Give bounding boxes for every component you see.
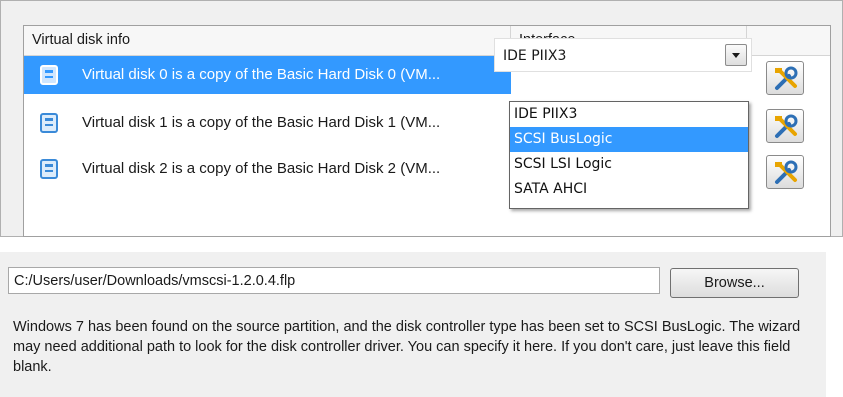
interface-select-value: IDE PIIX3 <box>503 48 567 64</box>
table-row-disk-2[interactable]: Virtual disk 2 is a copy of the Basic Ha… <box>24 150 511 188</box>
interface-dropdown-list: IDE PIIX3 SCSI BusLogic SCSI LSI Logic S… <box>509 101 749 209</box>
driver-info-text: Windows 7 has been found on the source p… <box>13 319 801 375</box>
table-row-disk-1[interactable]: Virtual disk 1 is a copy of the Basic Ha… <box>24 104 511 142</box>
disk-icon <box>40 159 58 179</box>
column-header-disk-info[interactable]: Virtual disk info <box>24 26 511 55</box>
disk-row-label: Virtual disk 1 is a copy of the Basic Ha… <box>82 114 441 131</box>
disk-2-settings-button[interactable] <box>766 155 804 189</box>
tools-icon <box>775 160 798 184</box>
interface-select[interactable]: IDE PIIX3 <box>494 38 752 72</box>
disk-icon <box>40 113 58 133</box>
disk-row-label: Virtual disk 2 is a copy of the Basic Ha… <box>82 160 441 177</box>
dropdown-option-sata-ahci[interactable]: SATA AHCI <box>510 177 748 202</box>
tools-icon <box>775 114 798 138</box>
virtual-disk-panel: Virtual disk info Interface Virtual disk… <box>0 0 843 237</box>
browse-button[interactable]: Browse... <box>670 268 799 298</box>
disk-1-settings-button[interactable] <box>766 109 804 143</box>
dropdown-option-ide-piix3[interactable]: IDE PIIX3 <box>510 102 748 127</box>
tools-icon <box>775 66 798 90</box>
disk-icon <box>40 65 58 85</box>
driver-path-input[interactable] <box>8 267 660 294</box>
table-row-disk-0[interactable]: Virtual disk 0 is a copy of the Basic Ha… <box>24 56 511 94</box>
dropdown-option-scsi-lsi-logic[interactable]: SCSI LSI Logic <box>510 152 748 177</box>
dropdown-option-scsi-buslogic[interactable]: SCSI BusLogic <box>510 127 748 152</box>
disk-0-settings-button[interactable] <box>766 61 804 95</box>
chevron-down-icon[interactable] <box>725 44 747 66</box>
driver-path-panel: Browse... Windows 7 has been found on th… <box>0 252 826 397</box>
disk-row-label: Virtual disk 0 is a copy of the Basic Ha… <box>82 66 441 83</box>
